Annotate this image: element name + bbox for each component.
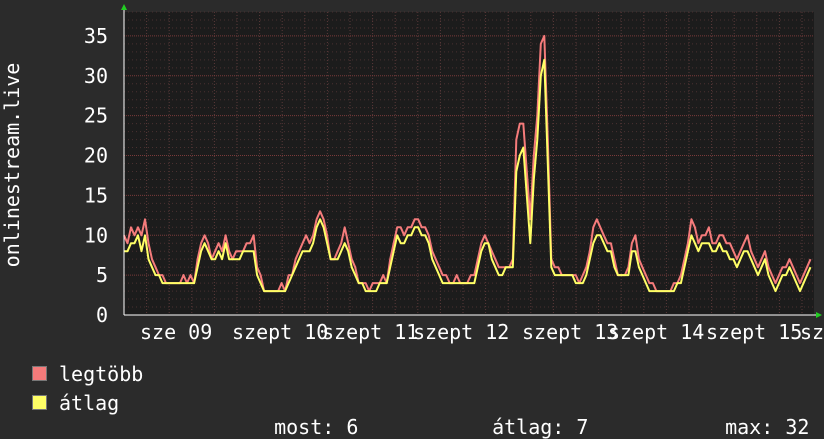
y-tick-label: 25 [84,104,108,128]
y-tick-label: 15 [84,183,108,207]
y-axis-arrow [121,4,127,10]
x-tick-label: szept 14 [608,320,704,344]
x-tick-label: szept 11 [322,320,418,344]
legend-swatch-legtobb [32,366,47,381]
x-axis-arrow [816,312,822,318]
x-tick-label: sz [800,320,824,344]
x-tick-label: sze 09 [140,320,212,344]
x-tick-labels: sze 09 szept 10szept 11szept 12 szept 13sz… [140,320,824,344]
y-tick-labels: 0 5 10 15 20 25 30 35 [84,24,108,327]
x-tick-label: szept 12 [413,320,509,344]
y-tick-label: 0 [96,303,108,327]
stat-most-label: most: [274,415,335,439]
x-tick-label: szept 10 [232,320,328,344]
legend-label-legtobb: legtöbb [59,362,144,386]
stat-max-label: max: [725,415,774,439]
stat-atlag-label: átlag: [492,415,565,439]
stat-most: most: 6 [250,391,358,439]
x-tick-label: szept 13 [522,320,618,344]
stat-atlag: átlag: 7 [468,391,588,439]
stat-atlag-value: 7 [576,415,589,439]
stat-max-value: 32 [785,415,810,439]
y-axis-label: onlinestream.live [0,63,24,268]
stat-most-value: 6 [346,415,359,439]
y-tick-label: 35 [84,24,108,48]
x-tick-label: szept 15 [706,320,802,344]
y-tick-label: 20 [84,144,108,168]
y-tick-label: 30 [84,64,108,88]
legend-label-atlag: átlag [59,391,120,415]
legend-swatch-atlag [32,395,47,410]
stat-max: max: 32 [701,391,809,439]
y-tick-label: 10 [84,223,108,247]
y-tick-label: 5 [96,263,108,287]
